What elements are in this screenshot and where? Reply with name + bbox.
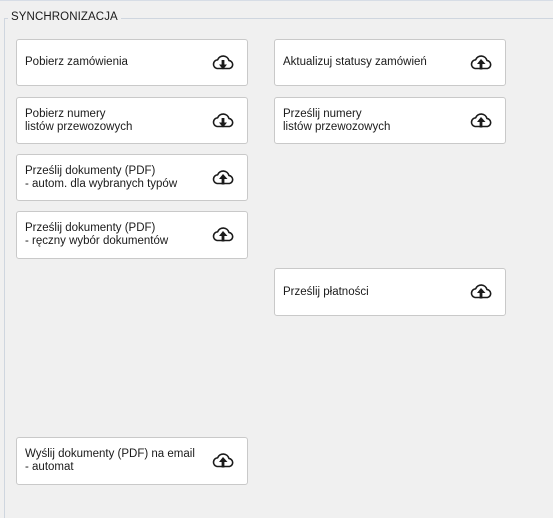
send-waybill-numbers-label: Prześlij numery listów przewozowych [283,107,391,133]
cloud-upload-icon [212,227,234,242]
update-order-statuses-label: Aktualizuj statusy zamówień [283,56,427,68]
group-title: SYNCHRONIZACJA [8,10,121,24]
cloud-upload-icon [212,453,234,468]
top-divider [0,0,553,1]
send-documents-manual-button[interactable]: Prześlij dokumenty (PDF) - ręczny wybór … [16,211,248,259]
cloud-upload-icon [470,284,492,299]
send-documents-auto-button[interactable]: Prześlij dokumenty (PDF) - autom. dla wy… [16,154,248,201]
cloud-upload-icon [212,169,234,184]
email-documents-auto-label: Wyślij dokumenty (PDF) na email - automa… [25,448,195,473]
send-documents-manual-label: Prześlij dokumenty (PDF) - ręczny wybór … [25,222,169,247]
get-waybill-numbers-label: Pobierz numery listów przewozowych [25,107,133,133]
update-order-statuses-button[interactable]: Aktualizuj statusy zamówień [274,39,506,86]
get-waybill-numbers-button[interactable]: Pobierz numery listów przewozowych [16,97,248,144]
cloud-download-icon [212,54,234,69]
send-documents-auto-label: Prześlij dokumenty (PDF) - autom. dla wy… [25,164,178,190]
send-payments-label: Prześlij płatności [283,285,369,298]
send-waybill-numbers-button[interactable]: Prześlij numery listów przewozowych [274,97,506,144]
cloud-upload-icon [470,112,492,127]
send-payments-button[interactable]: Prześlij płatności [274,268,506,316]
get-orders-label: Pobierz zamówienia [25,56,128,68]
cloud-download-icon [212,112,234,127]
cloud-upload-icon [470,54,492,69]
get-orders-button[interactable]: Pobierz zamówienia [16,39,248,86]
email-documents-auto-button[interactable]: Wyślij dokumenty (PDF) na email - automa… [16,437,248,485]
